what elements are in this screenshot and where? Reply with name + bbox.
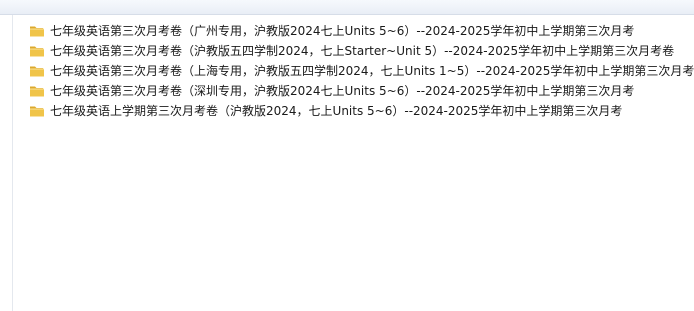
folder-icon bbox=[29, 104, 45, 118]
folder-item[interactable]: 七年级英语第三次月考卷（沪教版五四学制2024，七上Starter~Unit 5… bbox=[29, 41, 694, 61]
toolbar-strip bbox=[0, 0, 694, 15]
folder-name: 七年级英语第三次月考卷（沪教版五四学制2024，七上Starter~Unit 5… bbox=[50, 44, 675, 58]
folder-item[interactable]: 七年级英语第三次月考卷（广州专用，沪教版2024七上Units 5~6）--20… bbox=[29, 21, 694, 41]
folder-icon bbox=[29, 24, 45, 38]
folder-name: 七年级英语第三次月考卷（广州专用，沪教版2024七上Units 5~6）--20… bbox=[50, 24, 635, 38]
file-list: 七年级英语第三次月考卷（广州专用，沪教版2024七上Units 5~6）--20… bbox=[29, 21, 694, 121]
folder-name: 七年级英语第三次月考卷（深圳专用，沪教版2024七上Units 5~6）--20… bbox=[50, 84, 635, 98]
navigation-pane-edge bbox=[0, 15, 13, 311]
folder-item[interactable]: 七年级英语上学期第三次月考卷（沪教版2024，七上Units 5~6）--202… bbox=[29, 101, 694, 121]
folder-icon bbox=[29, 84, 45, 98]
folder-icon bbox=[29, 64, 45, 78]
folder-icon bbox=[29, 44, 45, 58]
folder-item[interactable]: 七年级英语第三次月考卷（上海专用，沪教版五四学制2024，七上Units 1~5… bbox=[29, 61, 694, 81]
folder-item[interactable]: 七年级英语第三次月考卷（深圳专用，沪教版2024七上Units 5~6）--20… bbox=[29, 81, 694, 101]
folder-name: 七年级英语第三次月考卷（上海专用，沪教版五四学制2024，七上Units 1~5… bbox=[50, 64, 694, 78]
folder-name: 七年级英语上学期第三次月考卷（沪教版2024，七上Units 5~6）--202… bbox=[50, 104, 623, 118]
